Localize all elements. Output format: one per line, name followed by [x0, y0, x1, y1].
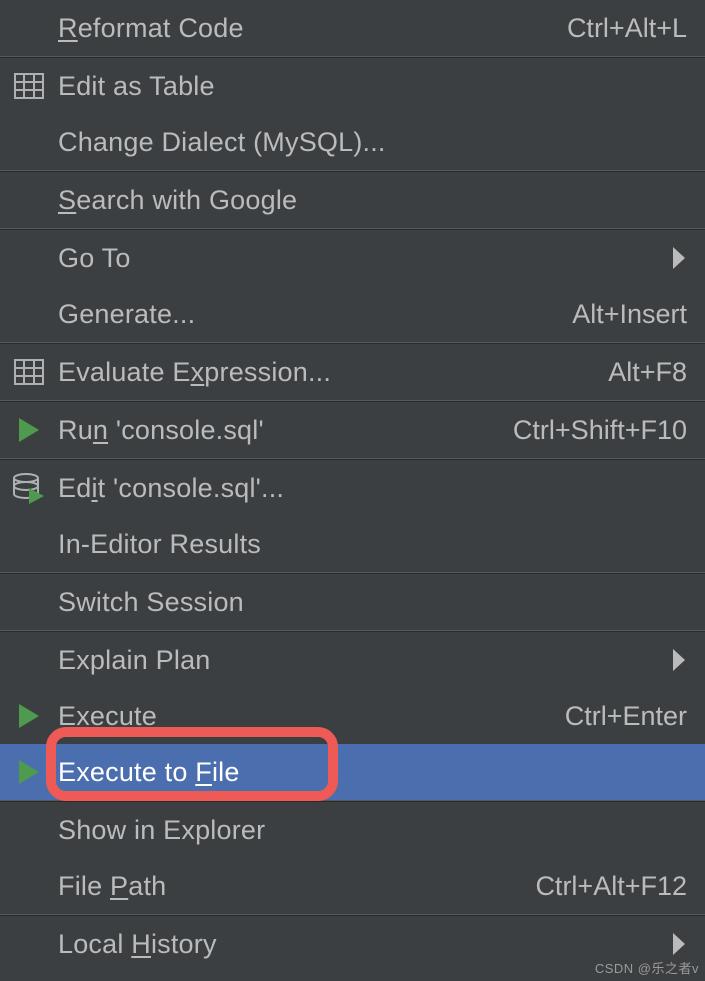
menu-item[interactable]: Edit 'console.sql'... — [0, 460, 705, 516]
play-icon — [15, 758, 43, 786]
menu-item-label: Change Dialect (MySQL)... — [58, 127, 693, 158]
menu-item-label: File Path — [58, 871, 535, 902]
menu-item-label: Show in Explorer — [58, 815, 693, 846]
menu-item[interactable]: File PathCtrl+Alt+F12 — [0, 858, 705, 914]
table-icon-slot — [0, 344, 58, 400]
menu-item[interactable]: Show in Explorer — [0, 802, 705, 858]
none-icon-slot — [0, 802, 58, 858]
none-icon-slot — [0, 286, 58, 342]
menu-item-label: Generate... — [58, 299, 572, 330]
menu-item-label: Evaluate Expression... — [58, 357, 608, 388]
context-menu: Reformat CodeCtrl+Alt+L Edit as Table Cha… — [0, 0, 705, 972]
menu-item[interactable]: Reformat CodeCtrl+Alt+L — [0, 0, 705, 56]
menu-item-label: Edit as Table — [58, 71, 693, 102]
menu-item[interactable]: In-Editor Results — [0, 516, 705, 572]
play-icon-slot — [0, 744, 58, 800]
menu-item[interactable]: Go To — [0, 230, 705, 286]
database-play-icon — [12, 472, 46, 504]
menu-item-label: Execute to File — [58, 757, 693, 788]
table-icon-slot — [0, 58, 58, 114]
play-icon-slot — [0, 688, 58, 744]
play-icon — [15, 702, 43, 730]
menu-item[interactable]: Evaluate Expression...Alt+F8 — [0, 344, 705, 400]
menu-item-label: Run 'console.sql' — [58, 415, 513, 446]
menu-item-shortcut: Ctrl+Shift+F10 — [513, 415, 693, 446]
none-icon-slot — [0, 230, 58, 286]
submenu-indicator — [657, 933, 693, 955]
none-icon-slot — [0, 574, 58, 630]
none-icon-slot — [0, 858, 58, 914]
none-icon-slot — [0, 632, 58, 688]
menu-item-shortcut: Ctrl+Enter — [565, 701, 693, 732]
submenu-arrow-icon — [673, 933, 687, 955]
menu-item-label: Local History — [58, 929, 657, 960]
none-icon-slot — [0, 172, 58, 228]
menu-item[interactable]: Search with Google — [0, 172, 705, 228]
submenu-indicator — [657, 247, 693, 269]
watermark: CSDN @乐之者v — [595, 958, 699, 977]
menu-item[interactable]: ExecuteCtrl+Enter — [0, 688, 705, 744]
none-icon-slot — [0, 916, 58, 972]
menu-item-label: Switch Session — [58, 587, 693, 618]
menu-item[interactable]: Change Dialect (MySQL)... — [0, 114, 705, 170]
table-icon — [14, 73, 44, 99]
submenu-arrow-icon — [673, 649, 687, 671]
menu-item[interactable]: Edit as Table — [0, 58, 705, 114]
menu-item-label: In-Editor Results — [58, 529, 693, 560]
menu-item-label: Edit 'console.sql'... — [58, 473, 693, 504]
submenu-arrow-icon — [673, 247, 687, 269]
menu-item[interactable]: Execute to File — [0, 744, 705, 800]
menu-item-shortcut: Ctrl+Alt+L — [567, 13, 693, 44]
play-icon-slot — [0, 402, 58, 458]
menu-item-label: Reformat Code — [58, 13, 567, 44]
menu-item-shortcut: Alt+F8 — [608, 357, 693, 388]
none-icon-slot — [0, 114, 58, 170]
play-icon — [15, 416, 43, 444]
none-icon-slot — [0, 0, 58, 56]
menu-item-label: Go To — [58, 243, 657, 274]
menu-item-label: Execute — [58, 701, 565, 732]
menu-item[interactable]: Explain Plan — [0, 632, 705, 688]
menu-item[interactable]: Switch Session — [0, 574, 705, 630]
menu-item[interactable]: Generate...Alt+Insert — [0, 286, 705, 342]
menu-item-shortcut: Alt+Insert — [572, 299, 693, 330]
db-play-icon-slot — [0, 460, 58, 516]
menu-item-label: Search with Google — [58, 185, 693, 216]
menu-item-shortcut: Ctrl+Alt+F12 — [535, 871, 693, 902]
table-icon — [14, 359, 44, 385]
menu-item-label: Explain Plan — [58, 645, 657, 676]
menu-item[interactable]: Run 'console.sql'Ctrl+Shift+F10 — [0, 402, 705, 458]
submenu-indicator — [657, 649, 693, 671]
none-icon-slot — [0, 516, 58, 572]
